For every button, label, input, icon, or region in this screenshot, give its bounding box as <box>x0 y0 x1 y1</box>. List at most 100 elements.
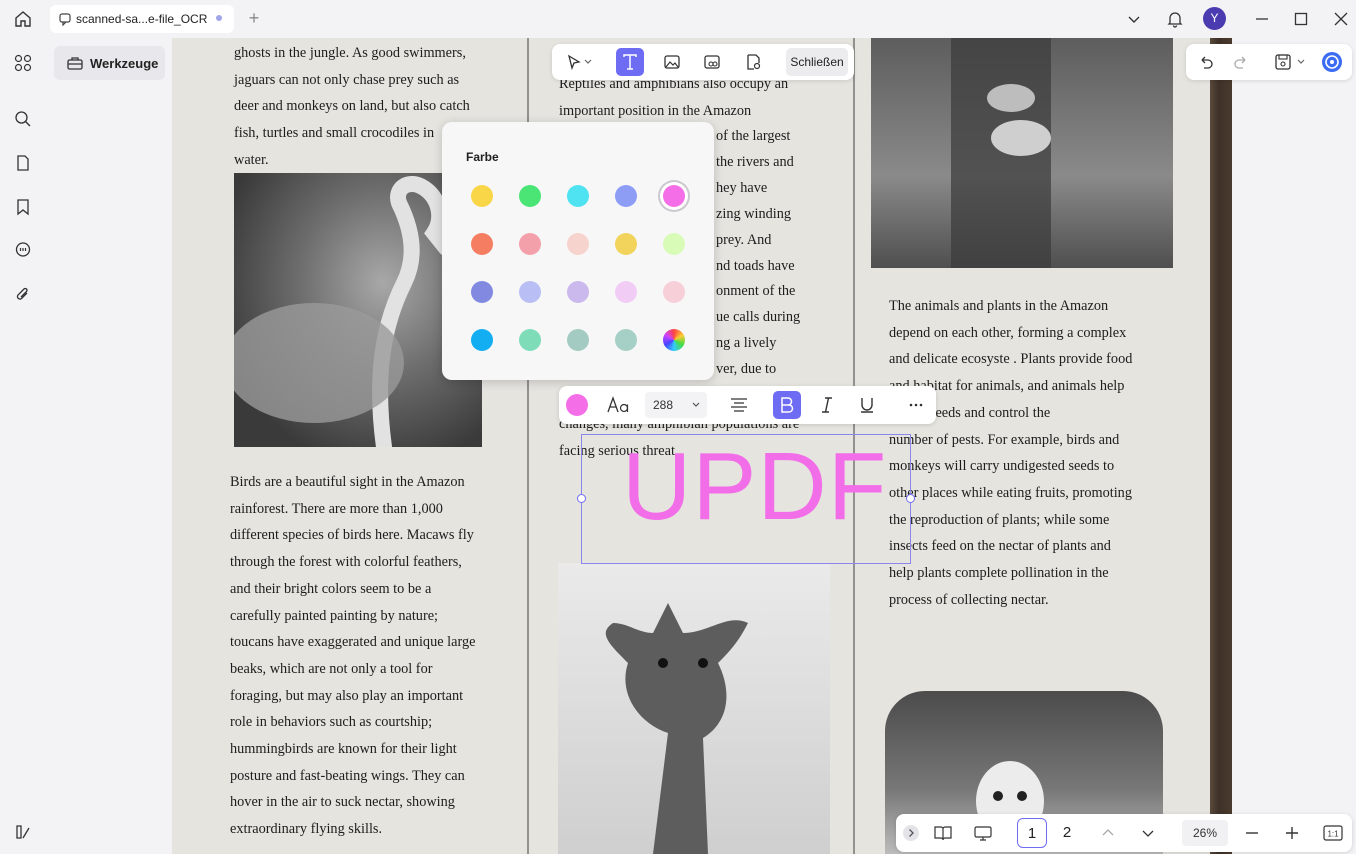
color-swatch[interactable] <box>471 233 493 255</box>
chevron-up-icon[interactable] <box>1096 821 1120 845</box>
document-tab[interactable]: scanned-sa...e-file_OCR <box>50 5 234 33</box>
color-swatch[interactable] <box>663 329 685 351</box>
color-swatch[interactable] <box>567 233 589 255</box>
comment-icon[interactable] <box>12 239 34 261</box>
add-image-tool-button[interactable] <box>658 48 686 76</box>
bold-icon <box>781 397 794 413</box>
color-swatch[interactable] <box>471 185 493 207</box>
avatar[interactable]: Y <box>1203 7 1226 30</box>
more-options-button[interactable] <box>902 391 930 419</box>
ai-assistant-icon[interactable] <box>1321 51 1343 73</box>
select-tool-button[interactable] <box>558 48 600 76</box>
text-line: rainforest. There are more than 1,000 <box>230 500 443 517</box>
color-swatch[interactable] <box>615 281 637 303</box>
color-swatch[interactable] <box>567 281 589 303</box>
text-line: carefully painted painting by nature; <box>230 607 439 624</box>
text-line: and their bright colors seem to be a <box>230 580 432 597</box>
color-swatch[interactable] <box>663 233 685 255</box>
text-color-button[interactable] <box>563 391 591 419</box>
color-swatch[interactable] <box>567 185 589 207</box>
color-swatch[interactable] <box>615 185 637 207</box>
color-swatch[interactable] <box>615 329 637 351</box>
tools-button[interactable]: Werkzeuge <box>54 46 165 80</box>
resize-handle-left[interactable] <box>577 494 586 503</box>
color-swatch[interactable] <box>519 329 541 351</box>
text-line: extraordinary flying skills. <box>230 821 383 838</box>
edit-toolbar: Schließen <box>552 44 854 80</box>
color-swatch[interactable] <box>519 281 541 303</box>
text-line: the reproduction of plants; while some <box>889 511 1110 528</box>
home-icon[interactable] <box>12 8 34 30</box>
text-line: the rivers and <box>716 153 794 170</box>
more-icon <box>909 403 923 407</box>
redo-icon[interactable] <box>1230 51 1252 73</box>
bookmark-icon[interactable] <box>12 196 34 218</box>
page-1-button[interactable]: 1 <box>1017 818 1047 848</box>
left-sidebar <box>0 38 46 854</box>
color-swatch[interactable] <box>471 329 493 351</box>
minimize-icon[interactable] <box>1251 8 1273 30</box>
chevron-down-icon[interactable] <box>1123 8 1145 30</box>
underline-button[interactable] <box>853 391 881 419</box>
text-line: different species of birds here. Macaws … <box>230 527 474 544</box>
reading-mode-icon[interactable] <box>931 821 955 845</box>
italic-icon <box>822 397 832 413</box>
color-swatch[interactable] <box>567 329 589 351</box>
resize-handle-right[interactable] <box>906 494 915 503</box>
text-line: jaguars can not only chase prey such as <box>234 71 460 88</box>
text-line: ghosts in the jungle. As good swimmers, <box>234 45 466 61</box>
color-swatch[interactable] <box>471 281 493 303</box>
align-center-icon <box>731 398 747 412</box>
text-format-toolbar: 288 <box>559 386 936 424</box>
color-swatch[interactable] <box>519 233 541 255</box>
pages-icon[interactable] <box>12 152 34 174</box>
align-center-button[interactable] <box>725 391 753 419</box>
text-line: toucans have exaggerated and unique larg… <box>230 634 476 651</box>
attachment-icon[interactable] <box>12 283 34 305</box>
text-line: water. <box>234 151 269 168</box>
text-block-col1-bottom: Birds are a beautiful sight in the Amazo… <box>230 469 475 843</box>
chevron-down-icon[interactable] <box>1136 821 1160 845</box>
close-icon[interactable] <box>1330 8 1352 30</box>
bell-icon[interactable] <box>1164 8 1186 30</box>
color-swatch[interactable] <box>663 185 685 207</box>
collapse-arrow-icon[interactable] <box>902 821 920 845</box>
text-line: fish, turtles and small crocodiles in <box>234 125 435 142</box>
text-line: prey. And <box>716 231 772 248</box>
page-2-button[interactable]: 2 <box>1052 818 1082 848</box>
presentation-icon[interactable] <box>971 821 995 845</box>
link-icon <box>704 55 720 69</box>
maximize-icon[interactable] <box>1290 8 1312 30</box>
font-icon <box>607 396 629 413</box>
bold-button[interactable] <box>773 391 801 419</box>
layers-icon[interactable] <box>12 821 34 843</box>
text-line: depend on each other, forming a complex <box>889 324 1127 341</box>
save-menu-button[interactable] <box>1271 51 1311 73</box>
search-icon[interactable] <box>12 108 34 130</box>
apps-grid-icon[interactable] <box>12 52 34 74</box>
font-family-button[interactable] <box>603 391 635 419</box>
close-edit-button[interactable]: Schließen <box>786 48 848 76</box>
text-line: help plants complete pollination in the <box>889 565 1109 582</box>
text-tool-icon <box>623 54 637 70</box>
zoom-level[interactable]: 26% <box>1182 820 1228 846</box>
italic-button[interactable] <box>813 391 841 419</box>
zoom-in-icon[interactable] <box>1280 821 1304 845</box>
color-swatch[interactable] <box>663 281 685 303</box>
text-line: ver, due to <box>716 361 777 378</box>
inserted-text[interactable]: UPDF <box>622 432 887 542</box>
font-size-select[interactable]: 288 <box>645 392 707 418</box>
add-link-tool-button[interactable] <box>698 48 726 76</box>
new-tab-button[interactable]: + <box>244 8 264 28</box>
color-swatch[interactable] <box>519 185 541 207</box>
undo-icon[interactable] <box>1195 51 1217 73</box>
actual-size-button[interactable]: 1:1 <box>1321 821 1345 845</box>
color-swatch[interactable] <box>615 233 637 255</box>
color-picker-popup: Farbe <box>442 122 714 380</box>
zoom-out-icon[interactable] <box>1240 821 1264 845</box>
text-block-col2-fragments: of the largest the rivers and hey have z… <box>716 124 800 383</box>
text-line: other places while eating fruits, promot… <box>889 484 1132 501</box>
add-text-tool-button[interactable] <box>616 48 644 76</box>
watermark-tool-button[interactable] <box>739 48 767 76</box>
actual-size-label: 1:1 <box>1327 830 1339 839</box>
